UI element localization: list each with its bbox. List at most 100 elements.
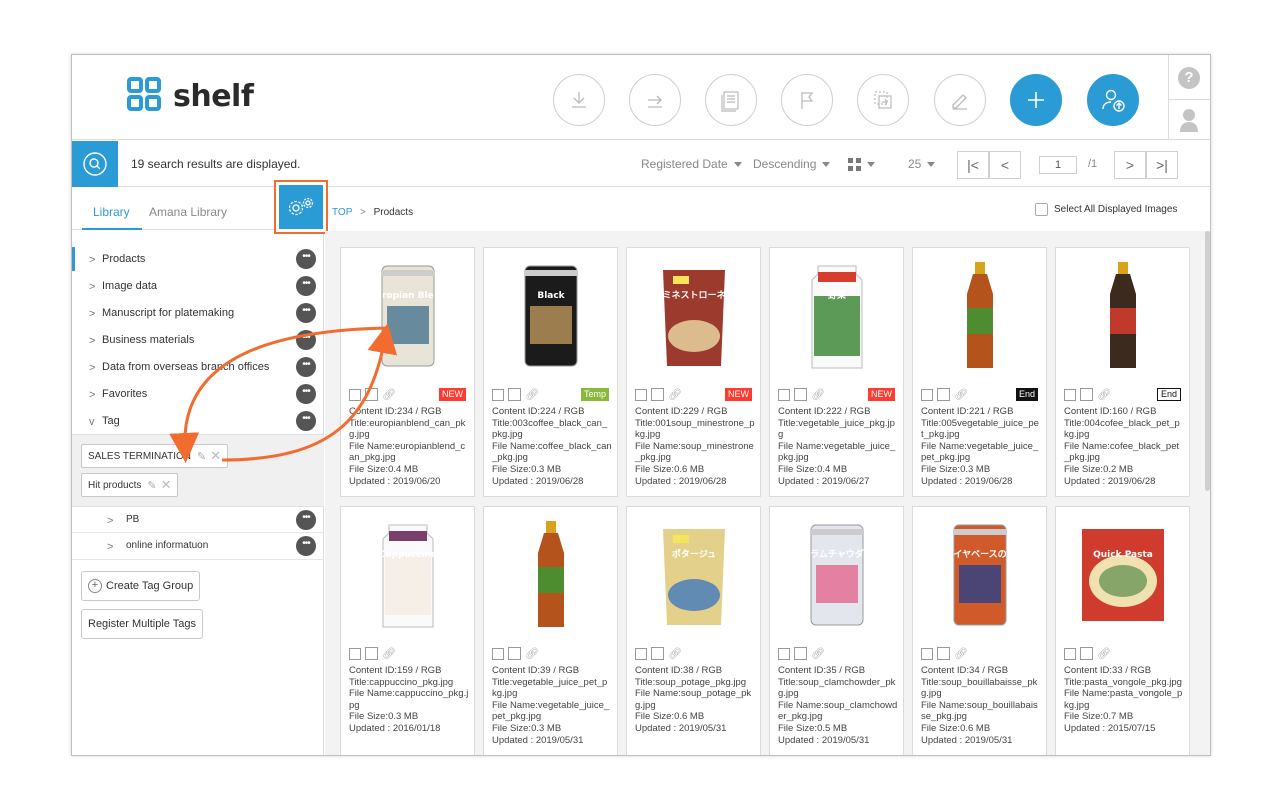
sort-field-select[interactable]: Registered Date: [641, 157, 742, 171]
create-tag-group-button[interactable]: + Create Tag Group: [81, 571, 201, 601]
close-icon[interactable]: ✕: [210, 448, 221, 464]
edit-button[interactable]: [934, 74, 986, 126]
select-checkbox[interactable]: [349, 388, 361, 401]
folder-item-image-data[interactable]: > Image data •••: [72, 273, 324, 300]
image-card[interactable]: 🔗︎ Content ID:39 / RGB Title:vegetable_j…: [483, 506, 618, 755]
logo[interactable]: shelf: [127, 77, 254, 115]
first-page-button[interactable]: |<: [957, 151, 989, 179]
product-thumbnail[interactable]: [913, 248, 1046, 383]
link-icon[interactable]: 🔗︎: [811, 388, 825, 401]
expand-icon[interactable]: [1080, 647, 1093, 660]
more-options-icon[interactable]: •••: [296, 249, 316, 269]
link-icon[interactable]: 🔗︎: [382, 388, 396, 401]
select-checkbox[interactable]: [778, 647, 790, 660]
scrollbar[interactable]: [1205, 231, 1210, 491]
product-thumbnail[interactable]: Europian Blend: [341, 248, 474, 383]
folder-item-manuscript[interactable]: > Manuscript for platemaking •••: [72, 300, 324, 327]
expand-icon[interactable]: [794, 388, 807, 401]
document-button[interactable]: [705, 74, 757, 126]
account-icon[interactable]: [1179, 107, 1199, 133]
expand-icon[interactable]: [651, 647, 664, 660]
expand-icon[interactable]: [937, 647, 950, 660]
link-icon[interactable]: 🔗︎: [954, 647, 968, 660]
register-multiple-tags-button[interactable]: Register Multiple Tags: [81, 609, 204, 639]
folder-item-overseas-data[interactable]: > Data from overseas branch offices •••: [72, 354, 324, 381]
image-card[interactable]: ミネストローネ 🔗︎ NEW Content ID:229 / RGB Titl…: [626, 247, 761, 497]
tag-group-online-information[interactable]: > online informatuon •••: [72, 533, 324, 560]
select-all-control[interactable]: Select All Displayed Images: [1035, 203, 1177, 216]
expand-icon[interactable]: [651, 388, 664, 401]
product-thumbnail[interactable]: 野菜: [770, 248, 903, 383]
more-options-icon[interactable]: •••: [296, 357, 316, 377]
product-thumbnail[interactable]: ミネストローネ: [627, 248, 760, 383]
expand-icon[interactable]: [365, 647, 378, 660]
download-button[interactable]: [553, 74, 605, 126]
more-options-icon[interactable]: •••: [296, 411, 316, 431]
add-button[interactable]: [1010, 74, 1062, 126]
image-card[interactable]: ポタージュ 🔗︎ Content ID:38 / RGB Title:soup_…: [626, 506, 761, 755]
select-checkbox[interactable]: [921, 647, 933, 660]
view-chevron-down-icon[interactable]: [867, 162, 875, 167]
prev-page-button[interactable]: <: [989, 151, 1021, 179]
tag-group-pb[interactable]: > PB •••: [72, 506, 324, 533]
image-card[interactable]: Quick Pasta 🔗︎ Content ID:33 / RGB Title…: [1055, 506, 1190, 755]
product-thumbnail[interactable]: クラムチャウダー: [770, 507, 903, 642]
link-icon[interactable]: 🔗︎: [382, 647, 396, 660]
select-checkbox[interactable]: [492, 388, 504, 401]
product-thumbnail[interactable]: Quick Pasta: [1056, 507, 1189, 642]
link-icon[interactable]: 🔗︎: [811, 647, 825, 660]
last-page-button[interactable]: >|: [1146, 151, 1178, 179]
link-icon[interactable]: 🔗︎: [954, 388, 968, 401]
folder-item-favorites[interactable]: > Favorites •••: [72, 381, 324, 408]
per-page-select[interactable]: 25: [908, 157, 936, 171]
link-icon[interactable]: 🔗︎: [525, 647, 539, 660]
expand-icon[interactable]: [508, 647, 521, 660]
image-card[interactable]: 野菜 🔗︎ NEW Content ID:222 / RGB Title:veg…: [769, 247, 904, 497]
upload-user-button[interactable]: [1087, 74, 1139, 126]
pencil-icon[interactable]: ✎: [197, 450, 206, 463]
link-icon[interactable]: 🔗︎: [668, 647, 682, 660]
search-button[interactable]: [72, 141, 118, 187]
product-thumbnail[interactable]: [484, 507, 617, 642]
select-checkbox[interactable]: [1064, 647, 1076, 660]
tab-amana-library[interactable]: Amana Library: [149, 205, 227, 219]
folder-item-business-materials[interactable]: > Business materials •••: [72, 327, 324, 354]
select-checkbox[interactable]: [492, 647, 504, 660]
link-icon[interactable]: 🔗︎: [1097, 647, 1111, 660]
image-card[interactable]: Europian Blend 🔗︎ NEW Content ID:234 / R…: [340, 247, 475, 497]
more-options-icon[interactable]: •••: [296, 276, 316, 296]
image-card[interactable]: 🔗︎ End Content ID:221 / RGB Title:005veg…: [912, 247, 1047, 497]
more-options-icon[interactable]: •••: [296, 303, 316, 323]
tag-hit-products[interactable]: Hit products ✎ ✕: [81, 473, 179, 497]
breadcrumb-top-link[interactable]: TOP: [332, 207, 352, 218]
next-page-button[interactable]: >: [1114, 151, 1146, 179]
folder-item-prodacts[interactable]: > Prodacts •••: [72, 246, 324, 273]
expand-icon[interactable]: [794, 647, 807, 660]
expand-icon[interactable]: [365, 388, 378, 401]
crop-button[interactable]: [857, 74, 909, 126]
link-icon[interactable]: 🔗︎: [525, 388, 539, 401]
more-options-icon[interactable]: •••: [296, 510, 316, 530]
product-thumbnail[interactable]: Black: [484, 248, 617, 383]
move-button[interactable]: [629, 74, 681, 126]
expand-icon[interactable]: [508, 388, 521, 401]
product-thumbnail[interactable]: [1056, 248, 1189, 383]
sort-order-select[interactable]: Descending: [753, 157, 831, 171]
link-icon[interactable]: 🔗︎: [1097, 388, 1111, 401]
select-checkbox[interactable]: [1064, 388, 1076, 401]
expand-icon[interactable]: [937, 388, 950, 401]
product-thumbnail[interactable]: ブイヤベースの素: [913, 507, 1046, 642]
grid-view-icon[interactable]: [848, 158, 861, 171]
expand-icon[interactable]: [1080, 388, 1093, 401]
select-all-checkbox[interactable]: [1035, 203, 1048, 216]
select-checkbox[interactable]: [635, 388, 647, 401]
flag-button[interactable]: [781, 74, 833, 126]
folder-item-tag[interactable]: v Tag •••: [72, 408, 324, 435]
page-number-input[interactable]: [1039, 156, 1077, 174]
image-card[interactable]: Cappuccino 🔗︎ Content ID:159 / RGB Title…: [340, 506, 475, 755]
help-icon[interactable]: ?: [1178, 67, 1200, 89]
link-icon[interactable]: 🔗︎: [668, 388, 682, 401]
select-checkbox[interactable]: [778, 388, 790, 401]
more-options-icon[interactable]: •••: [296, 536, 316, 556]
image-card[interactable]: クラムチャウダー 🔗︎ Content ID:35 / RGB Title:so…: [769, 506, 904, 755]
